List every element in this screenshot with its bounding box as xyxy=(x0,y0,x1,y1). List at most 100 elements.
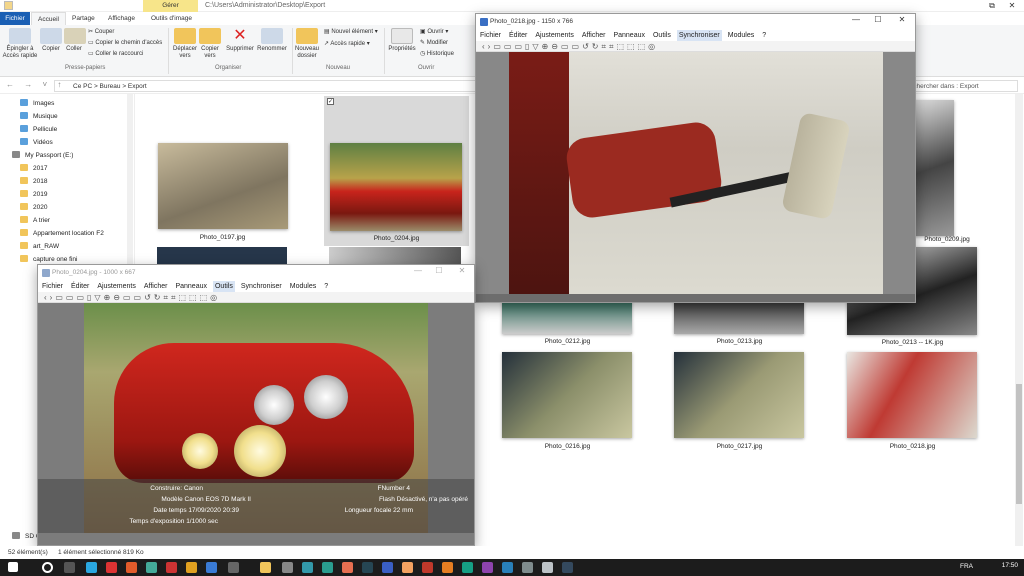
search-icon[interactable] xyxy=(42,562,53,573)
copy-to-button[interactable]: Copier vers xyxy=(198,28,222,60)
maximize-icon[interactable]: ☐ xyxy=(868,14,888,26)
app-icon[interactable] xyxy=(228,562,239,573)
menu-help[interactable]: ? xyxy=(322,281,330,292)
app-icon[interactable] xyxy=(382,562,393,573)
nav-item-images[interactable]: Images xyxy=(20,99,54,107)
menu-tools[interactable]: Outils xyxy=(651,30,673,41)
tab-view[interactable]: Affichage xyxy=(102,12,141,25)
paste-button[interactable]: Coller xyxy=(64,28,86,53)
file-item-selected[interactable]: ✓ Photo_0204.jpg xyxy=(324,96,469,246)
scrollbar-thumb[interactable] xyxy=(1016,384,1022,504)
minimize-icon[interactable]: — xyxy=(846,14,866,26)
nav-item-videos[interactable]: Vidéos xyxy=(20,138,53,146)
app-icon[interactable] xyxy=(146,562,157,573)
menu-file[interactable]: Fichier xyxy=(40,281,65,292)
app-icon[interactable] xyxy=(442,562,453,573)
tab-home[interactable]: Accueil xyxy=(31,12,66,25)
menu-adjustments[interactable]: Ajustements xyxy=(95,281,138,292)
menu-view[interactable]: Afficher xyxy=(580,30,608,41)
copy-path-button[interactable]: ▭ Copier le chemin d'accès xyxy=(88,40,162,47)
acrobat-icon[interactable] xyxy=(106,562,117,573)
windows-start-icon[interactable] xyxy=(8,562,18,572)
close-icon[interactable]: ✕ xyxy=(892,14,912,26)
content-scrollbar[interactable] xyxy=(1015,94,1023,546)
task-view-icon[interactable] xyxy=(64,562,75,573)
app-icon[interactable] xyxy=(462,562,473,573)
menu-synchronize[interactable]: Synchroniser xyxy=(676,30,722,41)
app-icon[interactable] xyxy=(282,562,293,573)
file-item[interactable]: Photo_0212.jpg xyxy=(500,300,635,350)
menu-view[interactable]: Afficher xyxy=(142,281,170,292)
open-button[interactable]: ▣ Ouvrir ▾ xyxy=(420,29,448,36)
nav-item-my-passport[interactable]: My Passport (E:) xyxy=(12,151,73,159)
close-icon[interactable]: ✕ xyxy=(1002,0,1022,12)
viewer-toolbar[interactable]: ‹›▭▭▭▯▽⊕⊖▭▭↺↻⌗⌗⬚⬚⬚◎ xyxy=(476,41,915,52)
file-item[interactable]: Photo_0213.jpg xyxy=(672,300,807,350)
menu-help[interactable]: ? xyxy=(760,30,768,41)
file-item[interactable]: Photo_0216.jpg xyxy=(500,352,635,454)
app-icon[interactable] xyxy=(342,562,353,573)
menu-edit[interactable]: Éditer xyxy=(69,281,91,292)
menu-edit[interactable]: Éditer xyxy=(507,30,529,41)
maximize-icon[interactable]: ☐ xyxy=(429,265,449,277)
restore-icon[interactable]: ⧉ xyxy=(982,0,1002,12)
app-icon[interactable] xyxy=(542,562,553,573)
pin-quick-access-button[interactable]: Épingler à Accès rapide xyxy=(2,28,38,60)
file-item[interactable]: Photo_0218.jpg xyxy=(845,352,980,454)
history-button[interactable]: ◷ Historique xyxy=(420,51,454,58)
nav-item-music[interactable]: Musique xyxy=(20,112,58,120)
nav-item-folder[interactable]: 2018 xyxy=(20,177,47,185)
app-icon[interactable] xyxy=(502,562,513,573)
paste-shortcut-button[interactable]: ▭ Coller le raccourci xyxy=(88,51,143,58)
app-icon[interactable] xyxy=(166,562,177,573)
viewer-toolbar[interactable]: ‹›▭▭▭▯▽⊕⊖▭▭↺↻⌗⌗⬚⬚⬚◎ xyxy=(38,292,474,303)
menu-modules[interactable]: Modules xyxy=(288,281,318,292)
copy-button[interactable]: Copier xyxy=(40,28,62,53)
new-folder-button[interactable]: Nouveau dossier xyxy=(294,28,320,60)
menu-file[interactable]: Fichier xyxy=(478,30,503,41)
menu-panels[interactable]: Panneaux xyxy=(611,30,647,41)
nav-item-folder[interactable]: art_RAW xyxy=(20,242,59,250)
app-icon[interactable] xyxy=(522,562,533,573)
app-icon[interactable] xyxy=(302,562,313,573)
rename-button[interactable]: Renommer xyxy=(256,28,288,53)
search-input[interactable]: Rechercher dans : Export xyxy=(900,80,1018,92)
new-item-button[interactable]: ▤ Nouvel élément ▾ xyxy=(324,29,378,36)
manage-context-tab[interactable]: Gérer xyxy=(143,0,198,12)
tab-picture-tools[interactable]: Outils d'image xyxy=(145,12,198,25)
app-icon[interactable] xyxy=(206,562,217,573)
nav-item-pellicule[interactable]: Pellicule xyxy=(20,125,57,133)
language-indicator[interactable]: FRA xyxy=(960,563,973,570)
tab-file[interactable]: Fichier xyxy=(0,12,30,25)
delete-button[interactable]: ✕ Supprimer xyxy=(224,28,256,53)
menu-tools[interactable]: Outils xyxy=(212,281,235,292)
cut-button[interactable]: ✂ Couper xyxy=(88,29,114,36)
app-icon[interactable] xyxy=(126,562,137,573)
file-item[interactable]: Photo_0197.jpg xyxy=(150,140,295,250)
app-icon[interactable] xyxy=(322,562,333,573)
nav-item-folder[interactable]: 2020 xyxy=(20,203,47,211)
menu-modules[interactable]: Modules xyxy=(726,30,756,41)
app-icon[interactable] xyxy=(402,562,413,573)
nav-item-folder[interactable]: A trier xyxy=(20,216,50,224)
menu-synchronize[interactable]: Synchroniser xyxy=(239,281,284,292)
checkbox-icon[interactable]: ✓ xyxy=(327,98,334,105)
app-icon[interactable] xyxy=(362,562,373,573)
quick-access-toolbar-icon[interactable] xyxy=(4,1,13,10)
menu-adjustments[interactable]: Ajustements xyxy=(533,30,576,41)
easy-access-button[interactable]: ↗ Accès rapide ▾ xyxy=(324,41,370,48)
file-item[interactable]: Photo_0217.jpg xyxy=(672,352,807,454)
edge-icon[interactable] xyxy=(86,562,97,573)
clock[interactable]: 17:50 xyxy=(1002,562,1018,569)
close-icon[interactable]: ✕ xyxy=(452,265,472,277)
app-icon[interactable] xyxy=(186,562,197,573)
move-to-button[interactable]: Déplacer vers xyxy=(172,28,198,60)
nav-item-folder[interactable]: 2017 xyxy=(20,164,47,172)
app-icon[interactable] xyxy=(422,562,433,573)
properties-button[interactable]: Propriétés xyxy=(388,28,416,53)
file-explorer-icon[interactable] xyxy=(260,562,271,573)
nav-item-folder[interactable]: capture one fini xyxy=(20,255,77,263)
modify-button[interactable]: ✎ Modifier xyxy=(420,40,448,47)
app-icon[interactable] xyxy=(482,562,493,573)
tab-share[interactable]: Partage xyxy=(66,12,101,25)
